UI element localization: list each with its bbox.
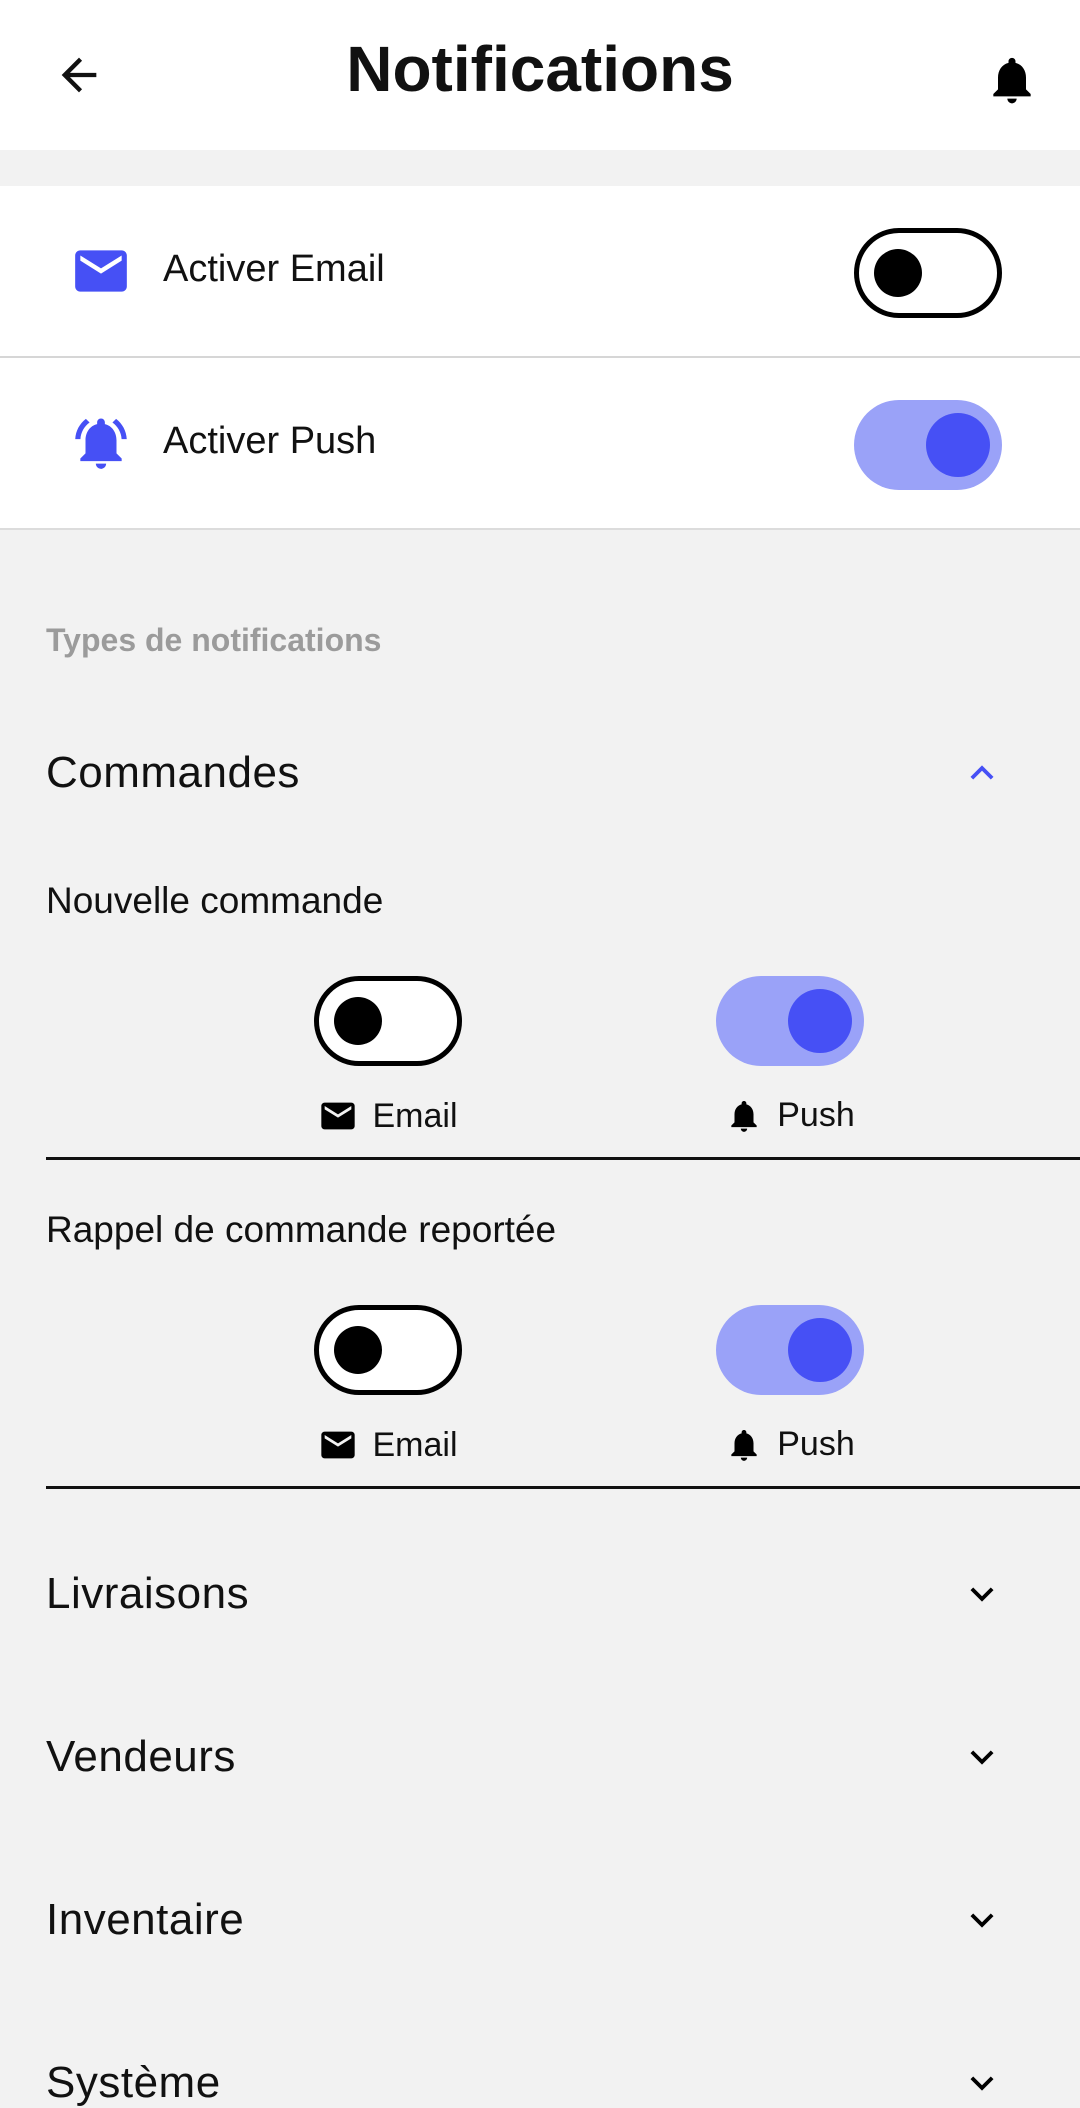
item-name: Rappel de commande reportée xyxy=(46,1209,557,1250)
switch-knob xyxy=(334,997,382,1045)
email-label: Email xyxy=(372,1425,458,1464)
global-push-row: Activer Push xyxy=(0,358,1080,530)
bell-icon xyxy=(725,1097,763,1135)
push-caption: Push xyxy=(690,1096,890,1135)
group-title: Vendeurs xyxy=(46,1732,236,1781)
global-push-switch[interactable] xyxy=(854,400,1002,490)
group-vendeurs[interactable]: Vendeurs xyxy=(46,1697,1080,1817)
item-email-switch[interactable] xyxy=(314,976,462,1066)
section-title: Types de notifications xyxy=(46,622,382,658)
notification-item: Nouvelle commande Email Push xyxy=(46,880,1080,1160)
global-email-row: Activer Email xyxy=(0,186,1080,358)
chevron-down-icon[interactable] xyxy=(952,1564,1012,1624)
group-title: Commandes xyxy=(46,748,300,797)
item-push-switch[interactable] xyxy=(716,1305,864,1395)
switch-knob xyxy=(788,989,852,1053)
item-push-switch[interactable] xyxy=(716,976,864,1066)
group-livraisons[interactable]: Livraisons xyxy=(46,1534,1080,1654)
global-push-label: Activer Push xyxy=(163,420,377,462)
switch-knob xyxy=(334,1326,382,1374)
item-email-switch[interactable] xyxy=(314,1305,462,1395)
bell-ringing-icon xyxy=(70,412,132,474)
group-systeme[interactable]: Système xyxy=(46,2023,1080,2108)
push-label: Push xyxy=(777,1096,855,1134)
email-caption: Email xyxy=(288,1425,488,1465)
chevron-down-icon[interactable] xyxy=(952,2053,1012,2108)
page-title: Notifications xyxy=(346,33,734,105)
group-title: Livraisons xyxy=(46,1569,250,1618)
switch-knob xyxy=(788,1318,852,1382)
switch-knob xyxy=(926,413,990,477)
group-commandes[interactable]: Commandes xyxy=(46,713,1080,833)
bell-icon xyxy=(725,1426,763,1464)
chevron-down-icon[interactable] xyxy=(952,1890,1012,1950)
app-bar: Notifications xyxy=(0,0,1080,150)
group-title: Inventaire xyxy=(46,1895,245,1944)
mail-icon xyxy=(318,1425,358,1465)
switch-knob xyxy=(874,249,922,297)
notification-item: Rappel de commande reportée Email Push xyxy=(46,1209,1080,1489)
push-caption: Push xyxy=(690,1425,890,1464)
group-title: Système xyxy=(46,2058,221,2107)
global-email-switch[interactable] xyxy=(854,228,1002,318)
mail-icon xyxy=(318,1096,358,1136)
chevron-down-icon[interactable] xyxy=(952,1727,1012,1787)
global-email-label: Activer Email xyxy=(163,248,385,290)
email-caption: Email xyxy=(288,1096,488,1136)
item-name: Nouvelle commande xyxy=(46,880,384,921)
mail-icon xyxy=(70,240,132,302)
push-label: Push xyxy=(777,1425,855,1463)
chevron-up-icon[interactable] xyxy=(952,743,1012,803)
email-label: Email xyxy=(372,1096,458,1135)
group-inventaire[interactable]: Inventaire xyxy=(46,1860,1080,1980)
bell-icon[interactable] xyxy=(977,45,1047,115)
